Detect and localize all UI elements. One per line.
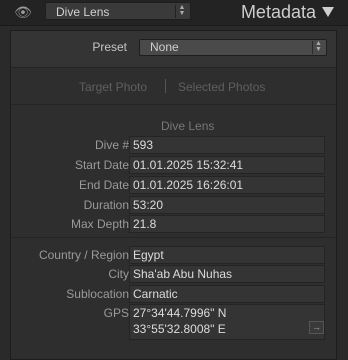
field-value[interactable]: 593 (129, 136, 325, 154)
preset-value: None (150, 40, 179, 54)
panel-topbar: 👁 Dive Lens ▲ ▼ Metadata (0, 0, 348, 26)
target-row: Target Photo Selected Photos (11, 68, 336, 105)
preset-select[interactable]: None ▲ ▼ (139, 39, 327, 56)
section-divider (11, 237, 336, 238)
field-row-duration: Duration 53:20 (11, 196, 336, 214)
field-label: Dive # (94, 138, 129, 152)
field-value[interactable]: 01.01.2025 16:26:01 (129, 176, 325, 194)
field-row-sublocation: Sublocation Carnatic (11, 285, 336, 303)
field-label: Start Date (74, 158, 129, 172)
gps-longitude: 33°55'32.8008" E (133, 322, 226, 336)
field-row-start-date: Start Date 01.01.2025 15:32:41 (11, 156, 336, 174)
up-down-arrows-icon: ▲ ▼ (175, 4, 188, 18)
selected-photos-button[interactable]: Selected Photos (178, 80, 265, 94)
field-label: End Date (78, 178, 129, 192)
lens-preset-value: Dive Lens (56, 5, 110, 19)
gps-latitude: 27°34'44.7996" N (133, 306, 227, 320)
field-label: GPS (103, 306, 129, 320)
field-value[interactable]: 53:20 (129, 196, 325, 214)
target-photo-button[interactable]: Target Photo (79, 80, 147, 94)
field-row-country: Country / Region Egypt (11, 246, 336, 264)
field-label: Duration (83, 198, 129, 212)
field-row-dive-number: Dive # 593 (11, 136, 336, 154)
target-separator (165, 79, 166, 93)
triangle-down-icon[interactable] (322, 7, 334, 17)
lens-preset-select[interactable]: Dive Lens ▲ ▼ (45, 2, 191, 20)
up-down-arrows-icon: ▲ ▼ (312, 40, 324, 54)
arrow-right-icon[interactable]: → (309, 321, 324, 334)
eye-icon[interactable]: 👁 (14, 5, 32, 19)
section-title: Dive Lens (161, 119, 215, 133)
field-row-gps: GPS 27°34'44.7996" N 33°55'32.8008" E (11, 304, 336, 340)
preset-row: Preset None ▲ ▼ (11, 31, 336, 68)
preset-label: Preset (92, 40, 127, 54)
field-value[interactable]: Egypt (129, 246, 325, 264)
field-value[interactable]: 01.01.2025 15:32:41 (129, 156, 325, 174)
field-value[interactable]: 21.8 (129, 215, 325, 233)
panel-title: Metadata (240, 2, 316, 22)
field-row-max-depth: Max Depth 21.8 (11, 215, 336, 233)
field-row-city: City Sha'ab Abu Nuhas (11, 265, 336, 283)
field-row-end-date: End Date 01.01.2025 16:26:01 (11, 176, 336, 194)
field-label: Country / Region (38, 248, 129, 262)
metadata-panel: Preset None ▲ ▼ Target Photo Selected Pho… (10, 30, 337, 360)
field-label: City (108, 267, 129, 281)
field-value[interactable]: Sha'ab Abu Nuhas (129, 265, 325, 283)
gps-value[interactable]: 27°34'44.7996" N 33°55'32.8008" E (129, 304, 325, 340)
field-label: Max Depth (70, 217, 129, 231)
field-label: Sublocation (66, 287, 129, 301)
field-value[interactable]: Carnatic (129, 285, 325, 303)
